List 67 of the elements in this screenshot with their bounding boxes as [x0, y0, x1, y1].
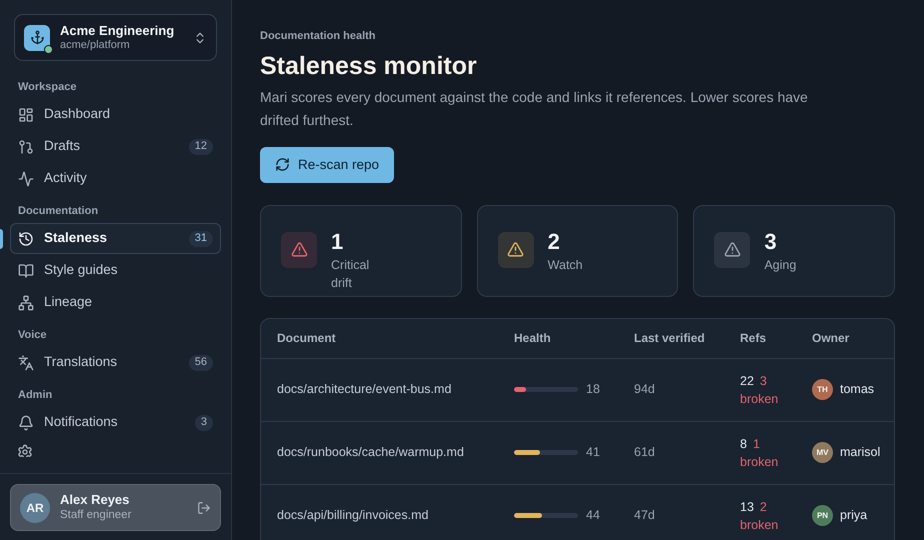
stat-label: Watch [548, 256, 584, 274]
health-score: 44 [586, 507, 600, 524]
pull-request-icon [18, 138, 34, 154]
page-title: Staleness monitor [260, 50, 478, 82]
section-label: Admin [17, 388, 54, 403]
refs-count: 22 3 broken [740, 372, 780, 408]
gear-icon [17, 444, 33, 457]
refs-count: 8 1 broken [740, 436, 780, 471]
nav-item[interactable]: Style guides [10, 255, 221, 286]
nav-item[interactable]: Drafts 12 [10, 131, 221, 162]
last-verified: 61d [634, 444, 655, 462]
document-path: docs/architecture/event-bus.md [277, 381, 452, 398]
stat-label: Aging [764, 256, 798, 274]
user-card[interactable]: AR Alex Reyes Staff engineer [10, 484, 221, 531]
stat-label: Critical drift [331, 256, 370, 292]
user-name: Alex Reyes [60, 492, 130, 508]
column-header: Document [277, 330, 336, 348]
nav-item[interactable]: Lineage [10, 287, 221, 318]
user-avatar: AR [20, 492, 50, 522]
nav-item[interactable]: Staleness 31 [10, 223, 221, 254]
owner-name: marisol [840, 444, 880, 462]
document-path: docs/runbooks/cache/warmup.md [277, 444, 464, 462]
activity-icon [18, 170, 34, 186]
bell-icon [18, 414, 34, 430]
column-header: Health [514, 330, 551, 348]
owner-name: tomas [840, 381, 874, 398]
nav-item[interactable]: Activity [10, 163, 221, 194]
column-header: Last verified [634, 330, 705, 348]
section-label: Documentation [17, 204, 100, 219]
page-description: Mari scores every document against the code and links it references. Lower scores have drifted furthest. [260, 88, 809, 130]
owner-avatar: PN [812, 505, 833, 526]
owner-avatar: TH [812, 379, 833, 400]
history-icon [18, 230, 34, 246]
refresh-icon [275, 157, 290, 172]
book-icon [18, 262, 34, 278]
last-verified: 47d [634, 507, 655, 524]
refs-count: 13 2 broken [740, 498, 780, 534]
active-indicator [0, 229, 3, 249]
count-badge: 12 [188, 138, 213, 154]
anchor-icon [30, 30, 44, 45]
logout-icon[interactable] [197, 500, 211, 514]
eyebrow: Documentation health [260, 29, 377, 44]
health-score: 18 [586, 381, 600, 398]
stat-value: 2 [548, 228, 561, 256]
section-label: Workspace [17, 80, 78, 95]
owner-name: priya [840, 507, 868, 524]
network-icon [18, 294, 34, 310]
translate-icon [18, 354, 34, 370]
document-path: docs/api/billing/invoices.md [277, 507, 428, 524]
nav-item[interactable]: Dashboard [10, 99, 221, 130]
health-score: 41 [586, 444, 600, 462]
nav-item[interactable]: Notifications 3 [10, 407, 221, 438]
count-badge: 31 [188, 230, 213, 246]
user-role: Staff engineer [60, 508, 132, 523]
stat-value: 1 [331, 228, 344, 256]
nav-item[interactable]: Translations 56 [10, 347, 221, 378]
count-badge: 56 [188, 354, 213, 370]
section-label: Voice [17, 328, 48, 343]
column-header: Refs [740, 330, 766, 348]
column-header: Owner [812, 330, 850, 348]
last-verified: 94d [634, 381, 655, 398]
rescan-button[interactable]: Re-scan repo [260, 146, 394, 183]
workspace-switcher[interactable]: Acme Engineering acme/platform [14, 14, 217, 61]
count-badge: 3 [194, 414, 213, 430]
dashboard-icon [18, 106, 34, 122]
owner-avatar: MV [812, 442, 833, 464]
stat-value: 3 [764, 228, 778, 256]
